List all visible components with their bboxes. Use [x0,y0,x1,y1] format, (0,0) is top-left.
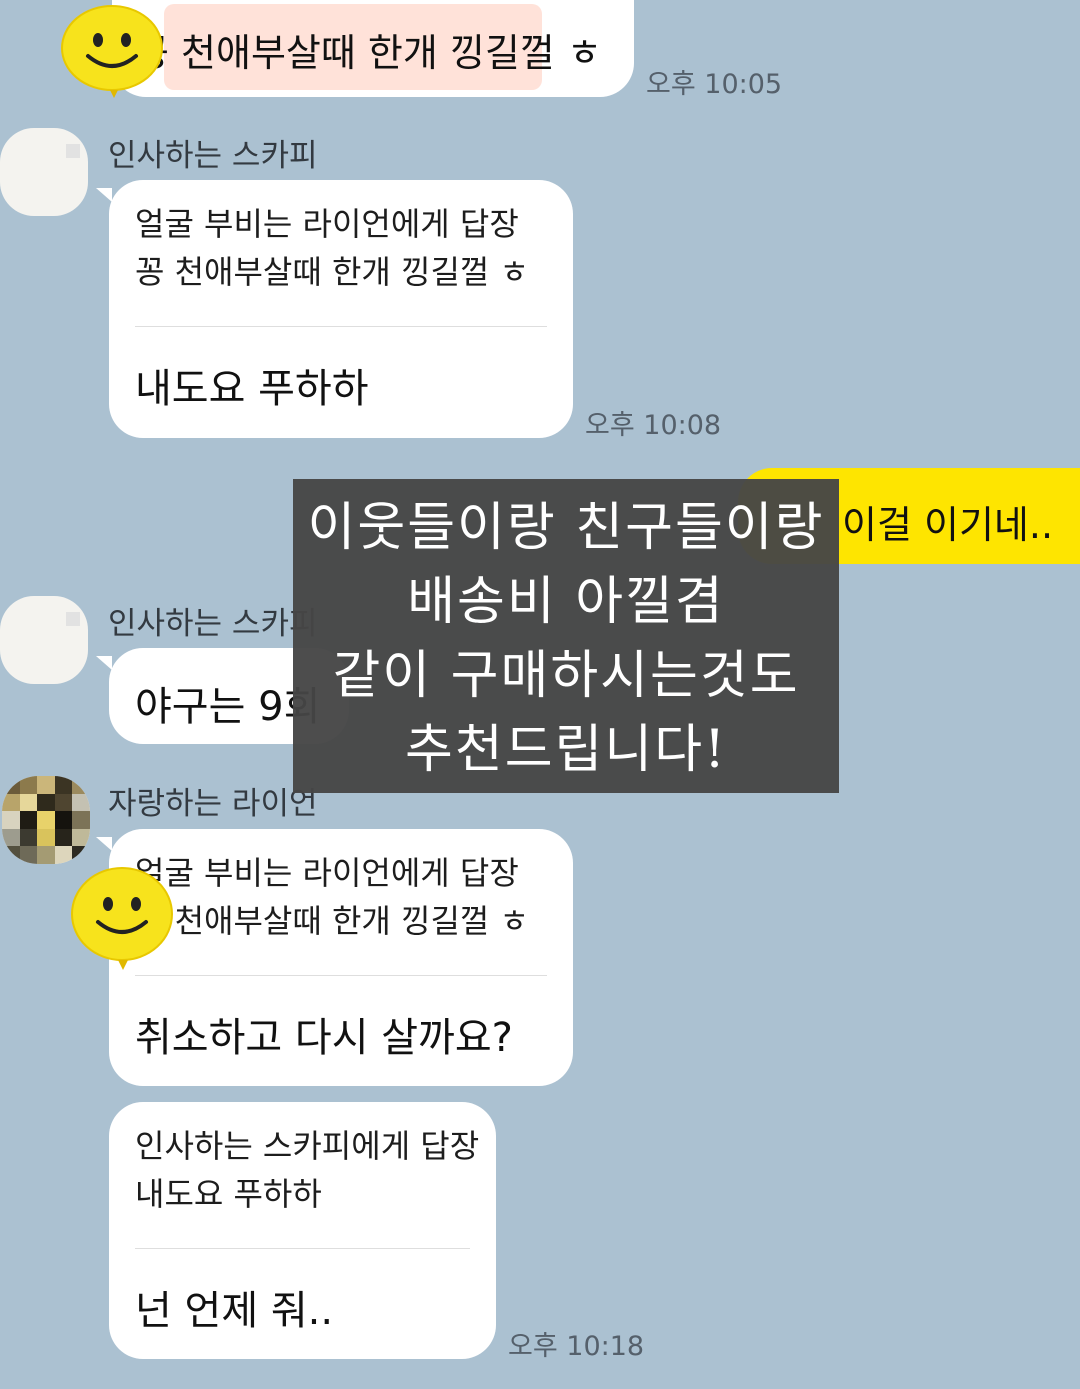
avatar-badge [66,144,80,158]
smiley-sticker-icon [70,866,174,978]
reply-message-bubble[interactable]: 얼굴 부비는 라이언에게 답장 꽁 천애부살때 한개 낑길껄 ㅎ 취소하고 다시… [109,829,573,1086]
chat-area[interactable]: 꽁 천애부살때 한개 낑길껄 ㅎ 오후 10:05 인사하는 스카피 얼굴 부비… [0,0,1080,1389]
message-text: 취소하고 다시 살까요? [135,1015,513,1061]
avatar[interactable] [0,128,88,216]
message-time: 오후 10:08 [585,410,722,441]
message-text: 넌 언제 줘.. [135,1288,334,1334]
sender-name: 인사하는 스카피 [108,606,318,642]
message-time: 오후 10:18 [508,1331,645,1362]
reply-message-bubble[interactable]: 얼굴 부비는 라이언에게 답장 꽁 천애부살때 한개 낑길껄 ㅎ 내도요 푸하하 [109,180,573,438]
bubble-tail [96,837,112,851]
reply-to-label: 얼굴 부비는 라이언에게 답장 [135,205,519,243]
message-bubble[interactable]: 꽁 천애부살때 한개 낑길껄 ㅎ [112,0,634,97]
bubble-tail [96,188,112,202]
message-text: 꽁 천애부살때 한개 낑길껄 ㅎ [134,31,602,75]
reply-divider [135,975,547,976]
avatar-pixelated[interactable] [2,776,90,864]
caption-line: 같이 구매하시는것도 [332,646,800,706]
reply-message-bubble[interactable]: 인사하는 스카피에게 답장 내도요 푸하하 넌 언제 줘.. [109,1102,496,1359]
avatar-badge [66,612,80,626]
caption-line: 추천드립니다! [405,720,727,780]
caption-line: 이웃들이랑 친구들이랑 [307,498,825,558]
message-text: 이걸 이기네.. [842,503,1054,547]
bubble-tail [96,656,112,670]
quoted-message: 꽁 천애부살때 한개 낑길껄 ㅎ [135,902,529,940]
message-text: 내도요 푸하하 [135,366,369,412]
message-time: 오후 10:05 [646,69,783,100]
avatar[interactable] [0,596,88,684]
sender-name: 자랑하는 라이언 [108,786,318,822]
sender-name: 인사하는 스카피 [108,138,318,174]
quoted-message: 내도요 푸하하 [135,1175,322,1213]
reply-divider [135,326,547,327]
reply-to-label: 얼굴 부비는 라이언에게 답장 [135,854,519,892]
quoted-message: 꽁 천애부살때 한개 낑길껄 ㅎ [135,253,529,291]
caption-line: 배송비 아낄겸 [407,572,725,632]
smiley-sticker-icon [60,4,164,104]
reply-divider [135,1248,470,1249]
reply-to-label: 인사하는 스카피에게 답장 [135,1127,480,1165]
caption-overlay: 이웃들이랑 친구들이랑 배송비 아낄겸 같이 구매하시는것도 추천드립니다! [293,479,839,793]
